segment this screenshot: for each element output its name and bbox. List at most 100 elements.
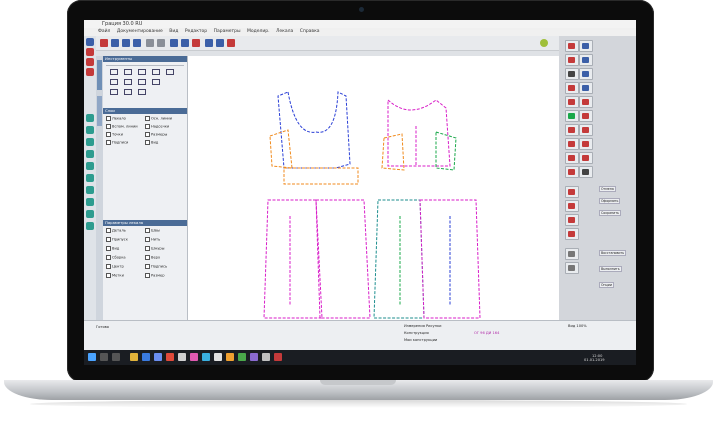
menu-editor[interactable]: Редактор xyxy=(185,29,207,34)
check-item[interactable]: Шнуры xyxy=(145,246,164,251)
point-icon[interactable] xyxy=(86,68,94,76)
save-icon[interactable] xyxy=(122,39,130,47)
app-icon[interactable] xyxy=(274,353,282,361)
menu-docs[interactable]: Документирование xyxy=(117,29,163,34)
export-tool-button[interactable] xyxy=(565,262,579,274)
tool-d-icon[interactable] xyxy=(86,150,94,158)
print-tool-button[interactable] xyxy=(565,248,579,260)
undo-icon[interactable] xyxy=(146,39,154,47)
check-item[interactable]: Метки xyxy=(106,273,124,278)
dart-tool-button[interactable] xyxy=(579,96,593,108)
check-item[interactable]: Вид xyxy=(106,246,119,251)
pointer-icon[interactable] xyxy=(86,38,94,46)
task-view-icon[interactable] xyxy=(112,353,120,361)
check-item[interactable]: Размер xyxy=(145,273,164,278)
measure-icon[interactable] xyxy=(227,39,235,47)
options-button[interactable]: Опции xyxy=(599,282,614,288)
tab-tools[interactable] xyxy=(97,60,102,90)
copy-tool-button[interactable] xyxy=(579,68,593,80)
shape-icon[interactable] xyxy=(86,58,94,66)
point-tool-button[interactable] xyxy=(565,138,579,150)
app-icon[interactable] xyxy=(250,353,258,361)
app-icon[interactable] xyxy=(262,353,270,361)
layer-item[interactable]: Осн. линии xyxy=(145,116,172,121)
app-icon[interactable] xyxy=(202,353,210,361)
arc-tool-button[interactable] xyxy=(579,152,593,164)
fill-tool-button[interactable] xyxy=(565,228,579,240)
app-icon[interactable] xyxy=(226,353,234,361)
tool-a-icon[interactable] xyxy=(86,114,94,122)
app-icon[interactable] xyxy=(166,353,174,361)
check-item[interactable]: Сборка xyxy=(106,255,126,260)
seam-tool-button[interactable] xyxy=(579,110,593,122)
rotate-tool-button[interactable] xyxy=(565,54,579,66)
folder-icon[interactable] xyxy=(130,353,138,361)
zoom-out-icon[interactable] xyxy=(216,39,224,47)
browser-icon[interactable] xyxy=(142,353,150,361)
drawing-canvas[interactable] xyxy=(188,56,559,320)
grid-tool-button[interactable] xyxy=(565,186,579,198)
layer-tool-button[interactable] xyxy=(565,166,579,178)
paste-icon[interactable] xyxy=(192,39,200,47)
move-tool-button[interactable] xyxy=(579,40,593,52)
layer-item[interactable]: Точки xyxy=(106,132,123,137)
menu-modeling[interactable]: Моделир. xyxy=(247,29,270,34)
print-icon[interactable] xyxy=(133,39,141,47)
erase-tool-button[interactable] xyxy=(565,214,579,226)
layer-item[interactable]: Размеры xyxy=(145,132,167,137)
check-item[interactable]: Деталь xyxy=(106,228,126,233)
layer-item[interactable]: Лекало xyxy=(106,116,126,121)
check-item[interactable]: Подпись xyxy=(145,264,167,269)
text-tool-button[interactable] xyxy=(579,124,593,136)
tool-f-icon[interactable] xyxy=(86,174,94,182)
tab-layers[interactable] xyxy=(97,96,102,126)
copy-icon[interactable] xyxy=(181,39,189,47)
save-button[interactable]: Сохранить xyxy=(599,210,621,216)
select-tool-button[interactable] xyxy=(565,40,579,52)
app-icon[interactable] xyxy=(214,353,222,361)
tool-g-icon[interactable] xyxy=(86,186,94,194)
app-icon[interactable] xyxy=(238,353,246,361)
tool-c-icon[interactable] xyxy=(86,138,94,146)
mail-icon[interactable] xyxy=(154,353,162,361)
check-item[interactable]: Центр xyxy=(106,264,124,269)
new-icon[interactable] xyxy=(100,39,108,47)
view-tool-button[interactable] xyxy=(565,68,579,80)
notch-tool-button[interactable] xyxy=(565,96,579,108)
cut-icon[interactable] xyxy=(170,39,178,47)
redo-icon[interactable] xyxy=(157,39,165,47)
execute-button[interactable]: Выполнить xyxy=(599,266,622,272)
line-tool-button[interactable] xyxy=(579,138,593,150)
search-icon[interactable] xyxy=(100,353,108,361)
join-tool-button[interactable] xyxy=(579,82,593,94)
layer-item[interactable]: Надсечки xyxy=(145,124,169,129)
tool-j-icon[interactable] xyxy=(86,222,94,230)
open-icon[interactable] xyxy=(111,39,119,47)
measure-tool-button[interactable] xyxy=(565,110,579,122)
tool-i-icon[interactable] xyxy=(86,210,94,218)
menu-file[interactable]: Файл xyxy=(98,29,110,34)
windows-icon[interactable] xyxy=(88,353,96,361)
lock-tool-button[interactable] xyxy=(579,166,593,178)
check-item[interactable]: Швы xyxy=(145,228,160,233)
refresh-icon[interactable] xyxy=(540,39,548,47)
grade-tool-button[interactable] xyxy=(565,124,579,136)
menu-help[interactable]: Справка xyxy=(300,29,320,34)
restore-button[interactable]: Восстановить xyxy=(599,250,627,256)
tool-b-icon[interactable] xyxy=(86,126,94,134)
undo-button[interactable]: Отмена xyxy=(599,186,616,192)
tool-e-icon[interactable] xyxy=(86,162,94,170)
pen-icon[interactable] xyxy=(86,48,94,56)
tool-h-icon[interactable] xyxy=(86,198,94,206)
snap-tool-button[interactable] xyxy=(565,200,579,212)
check-item[interactable]: Нить xyxy=(145,237,160,242)
cut-tool-button[interactable] xyxy=(565,82,579,94)
check-item[interactable]: Припуск xyxy=(106,237,128,242)
layer-item[interactable]: Вспом. линии xyxy=(106,124,138,129)
check-item[interactable]: Верх xyxy=(145,255,160,260)
menu-params[interactable]: Параметры xyxy=(214,29,241,34)
curve-tool-button[interactable] xyxy=(565,152,579,164)
zoom-in-icon[interactable] xyxy=(205,39,213,47)
mirror-tool-button[interactable] xyxy=(579,54,593,66)
app-icon[interactable] xyxy=(178,353,186,361)
